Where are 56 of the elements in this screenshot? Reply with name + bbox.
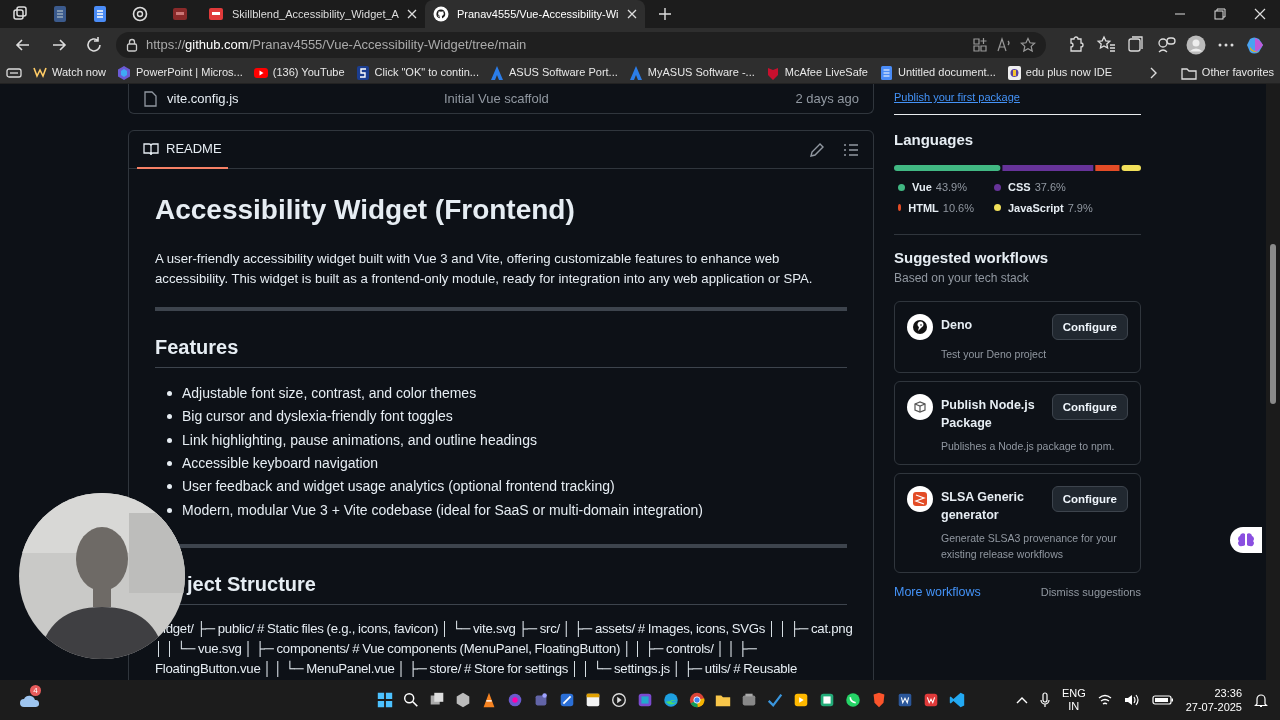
language-name[interactable]: CSS — [1008, 179, 1031, 196]
browser-tab[interactable]: Skillblend_Accessibility_Widget_A — [200, 0, 425, 28]
notification-badge: 4 — [30, 685, 41, 696]
more-workflows-link[interactable]: More workflows — [894, 583, 981, 602]
language-percent: 37.6% — [1034, 180, 1066, 195]
bookmark[interactable]: Watch now — [33, 64, 106, 81]
configure-button[interactable]: Configure — [1051, 394, 1128, 420]
list-item: Adjustable font size, contrast, and color themes — [182, 383, 477, 403]
list-item: Link highlighting, pause animations, and outline headings — [182, 430, 537, 450]
readme-title: Accessibility Widget (Frontend) — [155, 193, 576, 227]
section-heading: Features — [155, 334, 847, 368]
bookmark[interactable]: MyASUS Software -... — [628, 64, 755, 81]
language-indicator[interactable]: IN — [1068, 700, 1080, 713]
bookmark[interactable]: edu plus now IDE — [1006, 64, 1112, 81]
commit-message[interactable]: Initial Vue scaffold — [444, 88, 796, 109]
readme-tab[interactable]: README — [137, 130, 228, 169]
section-heading: Languages — [894, 131, 975, 149]
configure-button[interactable]: Configure — [1051, 314, 1128, 340]
language-percent: 43.9% — [935, 180, 967, 195]
list-item: Modern, modular Vue 3 + Vite codebase (ideal for SaaS or multi-domain integration) — [182, 500, 703, 520]
section-heading: ject Structure — [187, 572, 316, 595]
list-item: Big cursor and dyslexia-friendly font toggles — [182, 407, 453, 427]
section-heading: Suggested workflows — [894, 249, 1050, 267]
workflow-description: Test your Deno project — [941, 347, 1048, 362]
language-name[interactable]: Vue — [912, 179, 932, 196]
browser-tab[interactable]: Pranav4555/Vue-Accessibility-Wi — [424, 0, 645, 28]
language-percent: 10.6% — [942, 200, 974, 216]
clock-date[interactable]: 27-07-2025 — [1185, 700, 1242, 714]
bookmark[interactable]: Untitled document... — [878, 64, 996, 81]
bookmark-folder[interactable]: Other favorites — [1180, 64, 1274, 81]
dismiss-link[interactable]: Dismiss suggestions — [1040, 584, 1141, 601]
url-text: https://github.com/Pranav4555/Vue-Accessibility-Widget/tree/main — [146, 36, 527, 55]
address-bar[interactable]: https://github.com/Pranav4555/Vue-Accessibility-Widget/tree/main — [116, 32, 1046, 58]
bookmark[interactable]: PowerPoint | Micros... — [117, 64, 243, 81]
file-name[interactable]: vite.config.js — [167, 88, 444, 109]
language-indicator[interactable]: ENG — [1061, 687, 1086, 700]
bookmark[interactable]: (136) YouTube — [253, 64, 345, 81]
package-link[interactable]: Publish your first package — [894, 89, 1020, 106]
workflow-name: Publish Node.js Package — [941, 397, 1036, 432]
section-subtitle: Based on your tech stack — [894, 270, 1030, 287]
commit-time: 2 days ago — [795, 89, 859, 108]
workflow-description: Generate SLSA3 provenance for your existing release workflows — [941, 531, 1118, 562]
bookmark[interactable]: McAfee LiveSafe — [765, 64, 868, 81]
workflow-description: Publishes a Node.js package to npm. — [941, 439, 1116, 454]
language-name[interactable]: HTML — [908, 199, 939, 216]
language-name[interactable]: JavaScript — [1008, 199, 1064, 216]
bookmark[interactable]: ASUS Software Port... — [489, 64, 618, 81]
readme-paragraph: A user-friendly accessibility widget built with Vue 3 and Vite, offering customizable features to enhance web accessibility. This widget is built as a frontend-only module, ready for integration into any web application or SPA. — [155, 249, 814, 288]
clock-time[interactable]: 23:36 — [1214, 686, 1242, 700]
bookmark[interactable]: Click "OK" to contin... — [355, 64, 479, 81]
workflow-name: Deno — [941, 317, 974, 334]
list-item: Accessible keyboard navigation — [182, 453, 379, 473]
workflow-name: SLSA Generic generator — [941, 489, 1025, 524]
list-item: User feedback and widget usage analytics (optional frontend tracking) — [182, 477, 615, 497]
configure-button[interactable]: Configure — [1051, 486, 1128, 512]
language-percent: 7.9% — [1067, 200, 1093, 216]
